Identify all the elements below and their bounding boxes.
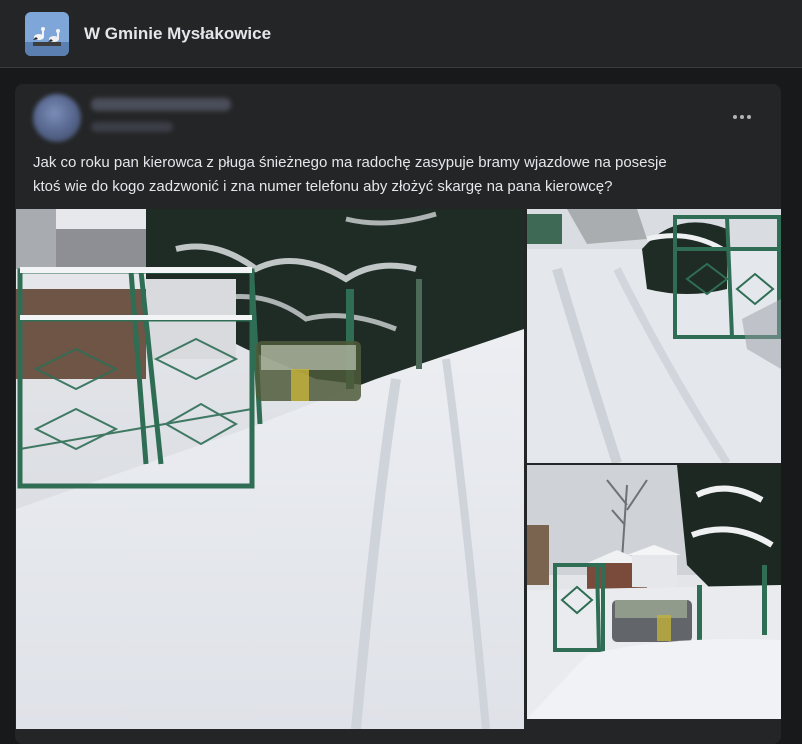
storks-icon xyxy=(25,12,69,56)
post-text-line: ktoś wie do kogo zadzwonić i zna numer t… xyxy=(33,178,613,195)
photo-snowy-gate-main[interactable] xyxy=(16,209,524,729)
snowy-road-image xyxy=(527,209,781,463)
author-avatar-blurred[interactable] xyxy=(33,94,81,142)
post-text-line: Jak co roku pan kierowca z pługa śnieżne… xyxy=(33,154,667,171)
author-name-blurred[interactable] xyxy=(91,98,231,111)
group-name[interactable]: W Gminie Mysłakowice xyxy=(84,24,271,44)
snowy-gate-image xyxy=(16,209,524,729)
more-options-button[interactable] xyxy=(725,102,759,132)
post-text: Jak co roku pan kierowca z pługa śnieżne… xyxy=(33,151,763,199)
more-options-icon xyxy=(732,115,753,119)
snowy-gate-bins-image xyxy=(527,465,781,719)
post-timestamp-blurred xyxy=(91,122,173,132)
group-avatar[interactable] xyxy=(25,12,69,56)
photo-snowy-gate-bottom-right[interactable] xyxy=(527,465,781,719)
group-header: W Gminie Mysłakowice xyxy=(0,0,802,68)
photo-snowy-road-top-right[interactable] xyxy=(527,209,781,463)
post-card: Jak co roku pan kierowca z pługa śnieżne… xyxy=(15,84,781,744)
